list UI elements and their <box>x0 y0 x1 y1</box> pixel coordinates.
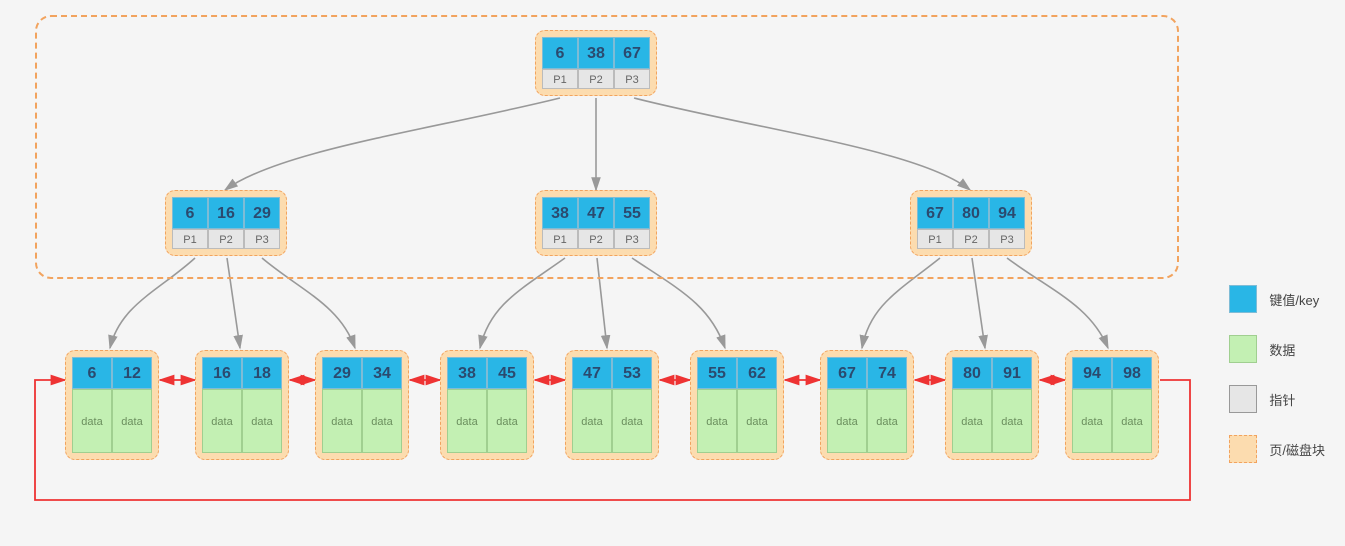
leaf-data: data <box>612 389 652 453</box>
leaf-key: 29 <box>322 357 362 389</box>
leaf-node: 80data 91data <box>945 350 1039 460</box>
node-ptr: P2 <box>953 229 989 249</box>
node-key: 38 <box>578 37 614 69</box>
leaf-key: 16 <box>202 357 242 389</box>
leaf-node: 67data 74data <box>820 350 914 460</box>
swatch-ptr <box>1229 385 1257 413</box>
leaf-data: data <box>992 389 1032 453</box>
leaf-data: data <box>322 389 362 453</box>
legend-item: 键值/key <box>1229 285 1325 313</box>
node-ptr: P2 <box>578 69 614 89</box>
leaf-key: 98 <box>1112 357 1152 389</box>
leaf-data: data <box>487 389 527 453</box>
swatch-key <box>1229 285 1257 313</box>
leaf-data: data <box>572 389 612 453</box>
leaf-data: data <box>72 389 112 453</box>
node-ptr: P3 <box>614 69 650 89</box>
node-ptr: P1 <box>542 229 578 249</box>
node-key: 38 <box>542 197 578 229</box>
node-key: 55 <box>614 197 650 229</box>
node-key: 67 <box>917 197 953 229</box>
legend-label: 指针 <box>1269 390 1295 409</box>
leaf-node: 29data 34data <box>315 350 409 460</box>
node-key: 47 <box>578 197 614 229</box>
leaf-key: 94 <box>1072 357 1112 389</box>
leaf-key: 91 <box>992 357 1032 389</box>
diagram-canvas: 6 38 67 P1 P2 P3 6 16 29 P1 P2 P3 38 47 … <box>0 0 1345 546</box>
root-node: 6 38 67 P1 P2 P3 <box>535 30 657 96</box>
leaf-data: data <box>737 389 777 453</box>
node-ptr: P1 <box>917 229 953 249</box>
leaf-key: 67 <box>827 357 867 389</box>
internal-node: 6 16 29 P1 P2 P3 <box>165 190 287 256</box>
leaf-key: 74 <box>867 357 907 389</box>
legend-label: 数据 <box>1269 340 1295 359</box>
leaf-key: 38 <box>447 357 487 389</box>
leaf-data: data <box>867 389 907 453</box>
node-key: 67 <box>614 37 650 69</box>
node-ptr: P3 <box>614 229 650 249</box>
leaf-key: 80 <box>952 357 992 389</box>
node-key: 80 <box>953 197 989 229</box>
leaf-key: 47 <box>572 357 612 389</box>
legend: 键值/key 数据 指针 页/磁盘块 <box>1229 285 1325 485</box>
legend-item: 页/磁盘块 <box>1229 435 1325 463</box>
node-ptr: P2 <box>578 229 614 249</box>
node-key: 6 <box>542 37 578 69</box>
leaf-data: data <box>952 389 992 453</box>
leaf-node: 94data 98data <box>1065 350 1159 460</box>
node-key: 29 <box>244 197 280 229</box>
leaf-data: data <box>112 389 152 453</box>
internal-node: 67 80 94 P1 P2 P3 <box>910 190 1032 256</box>
leaf-key: 55 <box>697 357 737 389</box>
leaf-key: 12 <box>112 357 152 389</box>
legend-item: 指针 <box>1229 385 1325 413</box>
leaf-data: data <box>447 389 487 453</box>
internal-node: 38 47 55 P1 P2 P3 <box>535 190 657 256</box>
leaf-key: 53 <box>612 357 652 389</box>
swatch-page <box>1229 435 1257 463</box>
leaf-node: 16data 18data <box>195 350 289 460</box>
leaf-data: data <box>1072 389 1112 453</box>
node-key: 94 <box>989 197 1025 229</box>
leaf-key: 6 <box>72 357 112 389</box>
leaf-key: 18 <box>242 357 282 389</box>
leaf-data: data <box>827 389 867 453</box>
leaf-node: 6data 12data <box>65 350 159 460</box>
leaf-node: 55data 62data <box>690 350 784 460</box>
leaf-node: 38data 45data <box>440 350 534 460</box>
legend-item: 数据 <box>1229 335 1325 363</box>
leaf-key: 62 <box>737 357 777 389</box>
node-key: 16 <box>208 197 244 229</box>
legend-label: 键值/key <box>1269 290 1319 309</box>
node-ptr: P1 <box>542 69 578 89</box>
leaf-key: 45 <box>487 357 527 389</box>
leaf-key: 34 <box>362 357 402 389</box>
leaf-data: data <box>362 389 402 453</box>
legend-label: 页/磁盘块 <box>1269 440 1325 459</box>
node-key: 6 <box>172 197 208 229</box>
node-ptr: P3 <box>244 229 280 249</box>
node-ptr: P2 <box>208 229 244 249</box>
leaf-node: 47data 53data <box>565 350 659 460</box>
leaf-data: data <box>697 389 737 453</box>
node-ptr: P1 <box>172 229 208 249</box>
leaf-data: data <box>202 389 242 453</box>
node-ptr: P3 <box>989 229 1025 249</box>
leaf-data: data <box>242 389 282 453</box>
swatch-data <box>1229 335 1257 363</box>
leaf-data: data <box>1112 389 1152 453</box>
